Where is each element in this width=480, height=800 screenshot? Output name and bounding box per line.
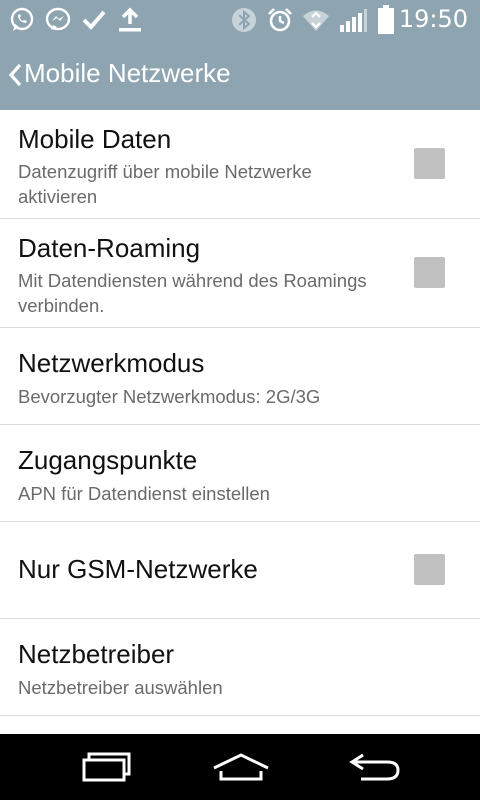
setting-title: Zugangspunkte	[18, 445, 198, 475]
setting-subtitle: APN für Datendienst einstellen	[18, 483, 270, 504]
setting-title: Mobile Daten	[18, 124, 172, 154]
home-icon[interactable]	[196, 742, 286, 792]
recent-apps-icon[interactable]	[62, 742, 152, 792]
page-title[interactable]: Mobile Netzwerke	[24, 58, 231, 89]
navigation-bar	[0, 734, 480, 800]
setting-subtitle: Datenzugriff über mobile Netzwerke aktiv…	[18, 161, 312, 207]
signal-icon	[336, 6, 370, 34]
setting-gsm-only[interactable]: Nur GSM-Netzwerke	[0, 522, 480, 619]
setting-access-points[interactable]: Zugangspunkte APN für Datendienst einste…	[0, 425, 480, 522]
setting-mobile-data[interactable]: Mobile Daten Datenzugriff über mobile Ne…	[0, 110, 480, 219]
wifi-icon	[302, 6, 330, 34]
bluetooth-icon	[230, 6, 258, 34]
setting-subtitle: Bevorzugter Netzwerkmodus: 2G/3G	[18, 386, 321, 407]
back-icon[interactable]	[330, 742, 420, 792]
setting-subtitle: Netzbetreiber auswählen	[18, 677, 223, 698]
clock: 19:50	[398, 5, 468, 33]
alarm-icon	[266, 6, 294, 34]
setting-title: Nur GSM-Netzwerke	[18, 554, 258, 584]
battery-icon	[372, 5, 400, 34]
data-roaming-checkbox[interactable]	[414, 257, 445, 288]
setting-data-roaming[interactable]: Daten-Roaming Mit Datendiensten während …	[0, 219, 480, 328]
setting-title: Daten-Roaming	[18, 233, 201, 263]
setting-network-operator[interactable]: Netzbetreiber Netzbetreiber auswählen	[0, 619, 480, 716]
setting-network-mode[interactable]: Netzwerkmodus Bevorzugter Netzwerkmodus:…	[0, 328, 480, 425]
status-bar: 19:50	[0, 0, 480, 40]
check-icon	[80, 6, 108, 34]
gsm-only-checkbox[interactable]	[414, 554, 445, 585]
settings-list: Mobile Daten Datenzugriff über mobile Ne…	[0, 110, 480, 716]
messenger-icon	[44, 6, 72, 34]
setting-title: Netzwerkmodus	[18, 348, 205, 378]
download-icon	[116, 6, 144, 34]
mobile-data-checkbox[interactable]	[414, 148, 445, 179]
setting-subtitle: Mit Datendiensten während des Roamings v…	[18, 270, 367, 316]
setting-title: Netzbetreiber	[18, 639, 175, 669]
whatsapp-icon	[8, 6, 36, 34]
